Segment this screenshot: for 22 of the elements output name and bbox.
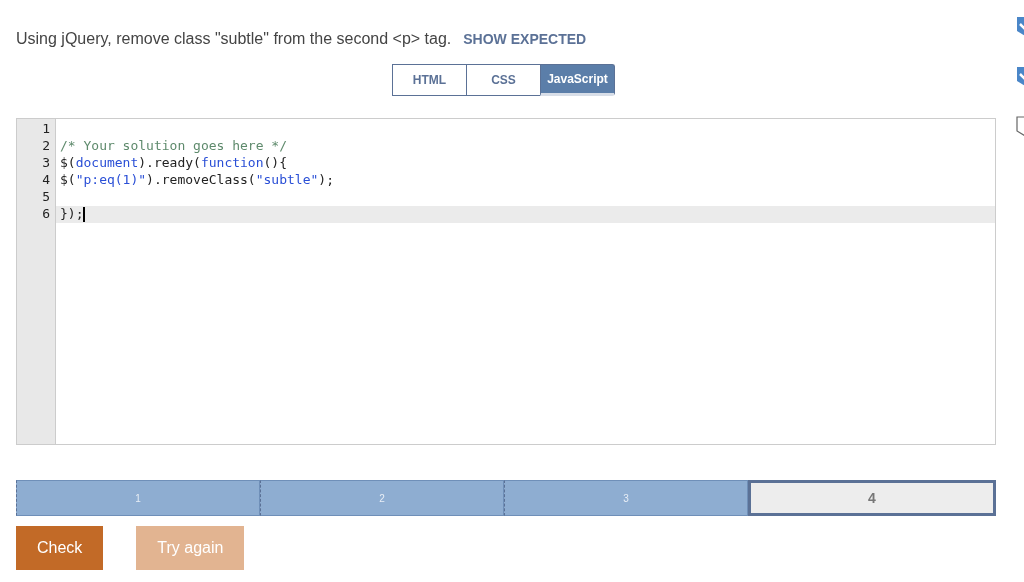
line-number: 4: [41, 172, 51, 189]
progress-segment[interactable]: 3: [504, 480, 748, 516]
line-number: 3: [41, 155, 51, 172]
show-expected-link[interactable]: SHOW EXPECTED: [463, 31, 587, 47]
check-button[interactable]: Check: [16, 526, 104, 570]
code-line: $(document).ready(function(){: [60, 155, 287, 170]
progress-segment[interactable]: 2: [260, 480, 504, 516]
code-line: $("p:eq(1)").removeClass("subtle");: [60, 172, 334, 187]
code-line: /* Your solution goes here */: [60, 138, 287, 153]
language-tab[interactable]: JavaScript: [540, 64, 615, 96]
instruction-text: Using jQuery, remove class "subtle" from the second <p> tag.: [16, 30, 452, 48]
code-line: });: [60, 206, 84, 221]
line-number: 6: [41, 206, 51, 223]
progress-segment[interactable]: 4: [748, 480, 996, 516]
language-tab[interactable]: HTML: [392, 64, 467, 96]
line-number: 5: [41, 189, 51, 206]
progress-segment[interactable]: 1: [16, 480, 260, 516]
line-number: 2: [41, 138, 51, 155]
language-tab[interactable]: CSS: [466, 64, 541, 96]
line-number: 1: [41, 121, 51, 138]
code-editor[interactable]: /* Your solution goes here */ $(document).ready(function(){ $("p:eq(1)").removeClass("subtle"); });: [56, 119, 995, 444]
text-cursor: [83, 207, 86, 222]
